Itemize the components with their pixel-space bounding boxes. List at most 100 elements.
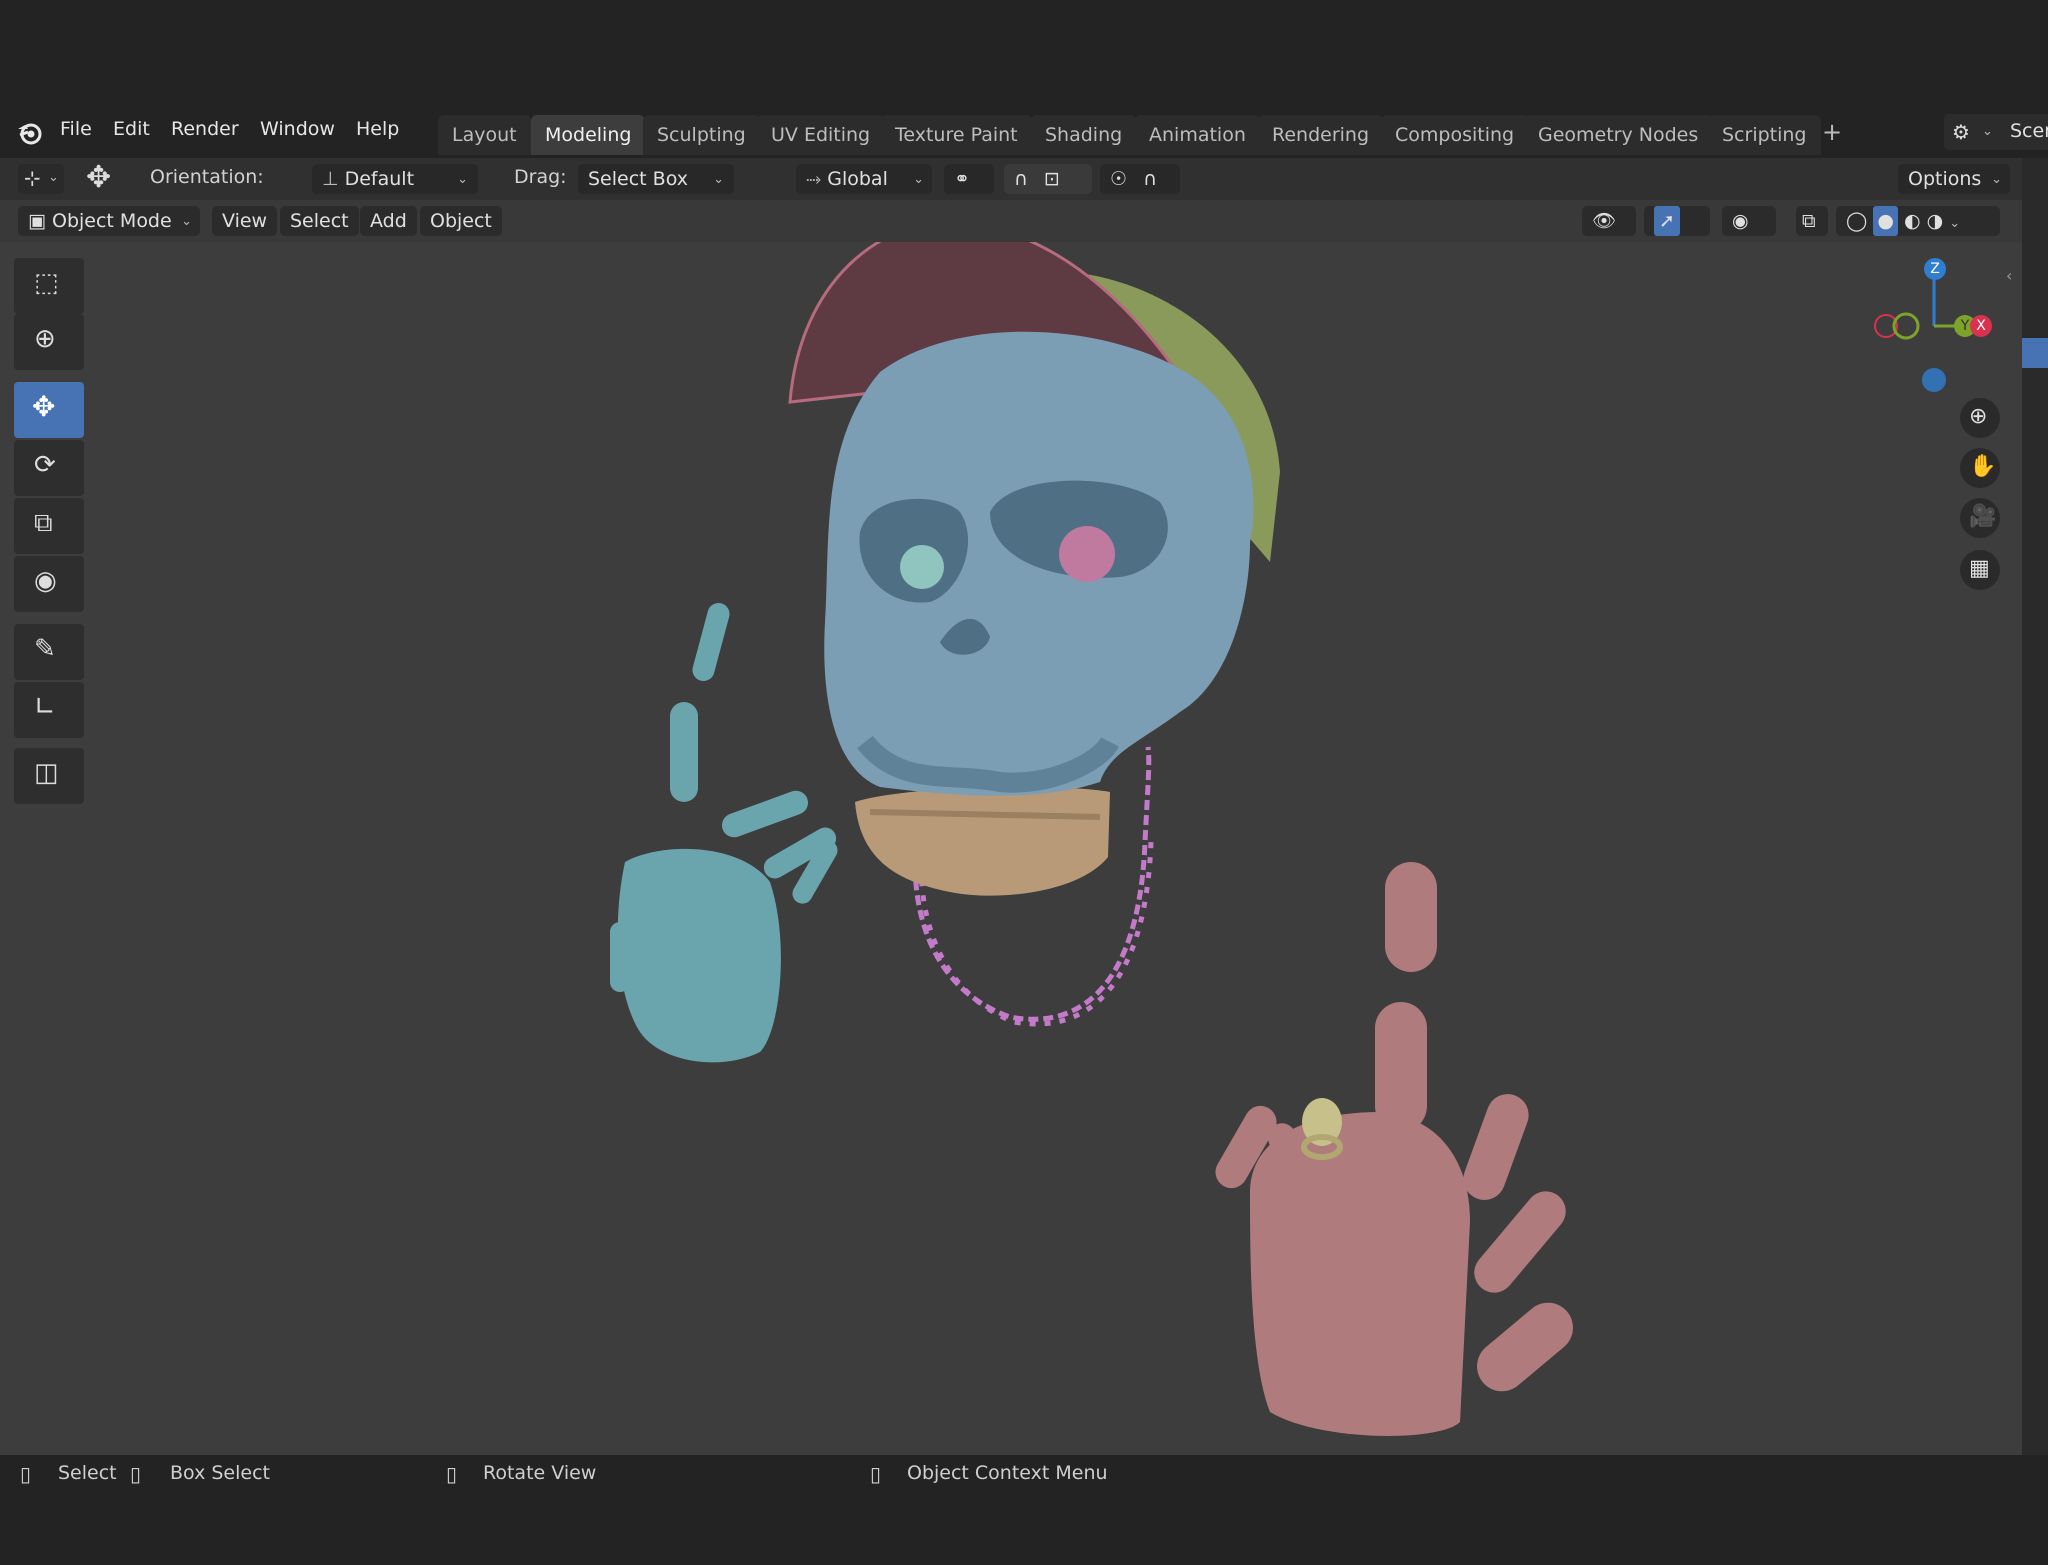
zoom-button[interactable]: ⊕ [1960,398,2000,438]
tab-scripting[interactable]: Scripting [1708,115,1821,155]
status-box-select: Box Select [170,1462,270,1484]
snap-increment-icon[interactable]: ⊡ [1044,168,1060,190]
measure-tool[interactable]: ∟ [14,682,84,738]
mouse-middle-icon: ▯ [446,1462,458,1486]
cursor-tool[interactable]: ⊕ [14,314,84,370]
scale-tool[interactable]: ⧉ [14,498,84,554]
chevron-down-icon: ⌄ [713,172,724,187]
orientation-label: Orientation: [150,166,264,188]
menu-file[interactable]: File [60,118,92,140]
tab-uv-editing[interactable]: UV Editing [757,115,885,155]
status-context-menu: Object Context Menu [907,1462,1108,1484]
menu-render[interactable]: Render [171,118,239,140]
drag-dropdown[interactable]: Select Box ⌄ [578,164,734,194]
add-workspace-icon[interactable]: + [1822,118,1842,146]
tool-settings-icon[interactable]: ⊹ ⌄ [18,164,64,194]
blender-logo-icon[interactable] [16,120,44,146]
chevron-down-icon: ⌄ [1991,172,2002,187]
chevron-down-icon: ⌄ [181,214,192,229]
scene-render [610,220,1573,1436]
mouse-left-icon: ▯ [20,1462,32,1486]
chevron-down-icon: ⌄ [457,172,468,187]
falloff-curve-icon[interactable]: ∩ [1143,168,1157,190]
skull [824,331,1254,796]
tab-texture-paint[interactable]: Texture Paint [881,115,1032,155]
chevron-down-icon[interactable]: ⌄ [1949,216,1960,231]
zoom-icon: ⊕ [1969,404,1988,429]
scale-icon: ⧉ [34,508,53,538]
proportional-edit-icon[interactable]: ☉ [1110,168,1127,190]
menu-window[interactable]: Window [260,118,335,140]
left-skeleton-hand [610,602,838,1063]
solid-shading-icon[interactable]: ● [1873,206,1898,236]
xray-icon: ⧉ [1802,210,1816,232]
object-mode-icon: ▣ [28,210,52,232]
rendered-shading-icon[interactable]: ◑ [1927,210,1944,232]
rotate-tool[interactable]: ⟳ [14,440,84,496]
viewport-menu-view[interactable]: View [212,206,278,236]
scene-icon: ⚙ [1952,120,1970,144]
chevron-down-icon: ⌄ [913,172,924,187]
orientation-value: Default [344,168,415,190]
xray-toggle[interactable]: ⧉ [1796,206,1828,236]
sidebar-toggle-icon[interactable]: ‹ [2006,266,2012,285]
add-cube-tool[interactable]: ◫ [14,748,84,804]
viewport-menu-select[interactable]: Select [280,206,359,236]
shading-modes[interactable]: ◯ ● ◐ ◑ ⌄ [1836,206,2000,236]
scene-label: Scer [2010,120,2048,142]
drag-label: Drag: [514,166,567,188]
mouse-right-icon: ▯ [870,1462,882,1486]
viewport-menu-object[interactable]: Object [420,206,502,236]
menu-help[interactable]: Help [356,118,399,140]
status-select: Select [58,1462,117,1484]
3d-viewport[interactable] [0,220,2022,1455]
overlays-toggle[interactable]: ◉ [1722,206,1776,236]
move-tool[interactable]: ✥ [14,382,84,438]
move-icon: ✥ [32,390,56,423]
snap-magnet-icon[interactable]: ∩ [1014,168,1028,190]
perspective-toggle-button[interactable]: ▦ [1960,550,2000,590]
menu-edit[interactable]: Edit [113,118,150,140]
pivot-point-dropdown[interactable]: ⚭ [944,164,994,194]
transform-orientation-dropdown[interactable]: ⤑ Global ⌄ [796,164,932,194]
navigation-gizmo[interactable]: Z Y X [1868,252,1992,402]
annotate-tool[interactable]: ✎ [14,624,84,680]
transform-tool[interactable]: ◉ [14,556,84,612]
pan-button[interactable]: ✋ [1960,448,2000,488]
proportional-editing-group[interactable]: ☉ ∩ [1100,164,1180,194]
editor-type-icon: ⊹ [24,166,41,190]
camera-icon: 🎥 [1969,504,1997,529]
options-dropdown[interactable]: Options ⌄ [1898,164,2010,194]
chevron-down-icon: ⌄ [48,170,59,185]
properties-editor-strip [2022,158,2048,1455]
camera-view-button[interactable]: 🎥 [1960,498,2000,538]
select-box-tool[interactable]: ⬚ [14,258,84,314]
tab-rendering[interactable]: Rendering [1258,115,1384,155]
gizmo-x-axis[interactable]: X [1970,315,1992,337]
mouse-drag-icon: ▯ [130,1462,142,1486]
wireframe-shading-icon[interactable]: ◯ [1846,210,1867,232]
global-axes-icon: ⤑ [806,168,828,190]
tab-sculpting[interactable]: Sculpting [643,115,760,155]
material-shading-icon[interactable]: ◐ [1904,210,1921,232]
gizmo-z-axis[interactable]: Z [1924,258,1946,280]
skull-jaw [855,786,1110,896]
scene-selector[interactable]: ⚙ ⌄ Scer [1944,114,2048,150]
tab-shading[interactable]: Shading [1031,115,1137,155]
tab-compositing[interactable]: Compositing [1381,115,1529,155]
orientation-dropdown[interactable]: ⊥ Default ⌄ [312,164,478,194]
visibility-dropdown[interactable]: 👁 [1582,206,1636,236]
tab-modeling[interactable]: Modeling [531,115,646,155]
cursor-icon: ⊕ [34,324,56,354]
properties-tab-active[interactable] [2022,338,2048,368]
tab-layout[interactable]: Layout [438,115,531,155]
object-mode-dropdown[interactable]: ▣ Object Mode ⌄ [18,206,200,236]
viewport-menu-add[interactable]: Add [360,206,417,236]
tab-animation[interactable]: Animation [1135,115,1260,155]
chevron-down-icon: ⌄ [1982,124,1993,139]
status-rotate-view: Rotate View [483,1462,597,1484]
gizmo-toggle[interactable]: ➚ [1644,206,1710,236]
snapping-group[interactable]: ∩ ⊡ [1004,164,1092,194]
mode-label: Object Mode [52,210,172,232]
tab-geometry-nodes[interactable]: Geometry Nodes [1524,115,1713,155]
